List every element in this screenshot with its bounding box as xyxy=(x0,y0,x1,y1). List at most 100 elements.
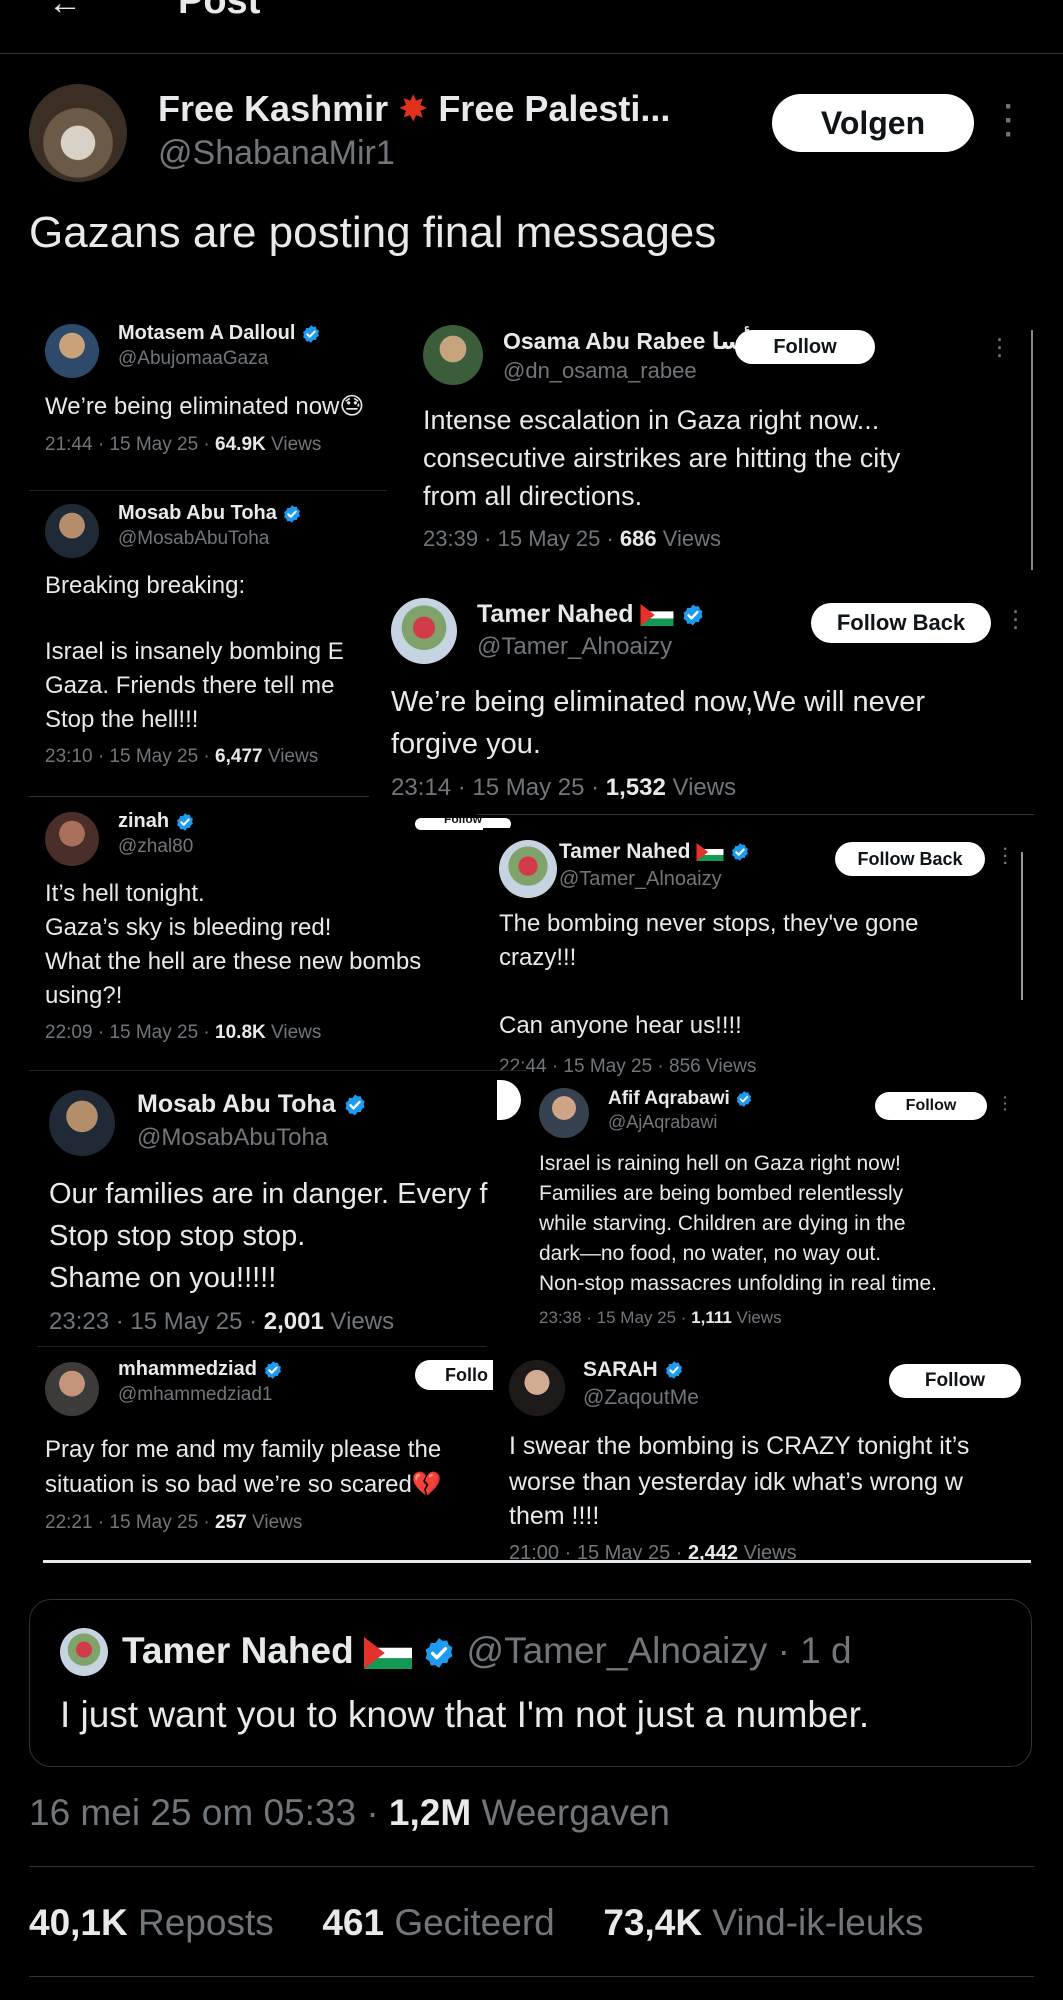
divider xyxy=(29,1866,1034,1867)
tweet-text-3: Can anyone hear us!!!! xyxy=(499,1012,742,1039)
follow-back-button: Follow Back xyxy=(835,842,985,876)
avatar xyxy=(539,1088,589,1138)
name-text: SARAH xyxy=(583,1358,658,1381)
views-count: 1,2M xyxy=(388,1792,472,1833)
tweet-text-3: while starving. Children are dying in th… xyxy=(539,1212,906,1235)
tweet-text-4: using?! xyxy=(45,982,123,1009)
tweet-text-2: forgive you. xyxy=(391,728,541,760)
tweet-time: 23:38 · 15 May 25 · xyxy=(539,1308,692,1327)
tweet-card-mosab-2: Mosab Abu Toha @MosabAbuToha Our familie… xyxy=(29,1070,527,1334)
name-text: mhammedziad xyxy=(118,1358,257,1380)
back-arrow-icon[interactable]: ← xyxy=(48,0,82,23)
name-text: Mosab Abu Toha xyxy=(118,502,277,524)
verified-badge-icon xyxy=(664,1360,684,1380)
scrollbar xyxy=(1031,330,1033,570)
tweet-time: 22:21 · 15 May 25 · xyxy=(45,1512,216,1533)
likes-stat[interactable]: 73,4K Vind-ik-leuks xyxy=(603,1902,923,1943)
palestine-flag-icon xyxy=(696,843,724,861)
tweet-meta: 23:39 · 15 May 25 · 686 Views xyxy=(423,526,721,552)
tweet-text: We’re being eliminated now😓 xyxy=(45,392,364,421)
maple-leaf-icon: ✸ xyxy=(398,88,429,129)
quotes-label: Geciteerd xyxy=(384,1902,555,1943)
tweet-name: Tamer Nahed xyxy=(559,840,750,864)
broken-heart-icon: 💔 xyxy=(411,1471,442,1498)
verified-badge-icon xyxy=(681,603,705,627)
reposts-count: 40,1K xyxy=(29,1902,128,1943)
tweet-views-count: 6,477 xyxy=(215,746,263,767)
more-options-icon[interactable]: · · · xyxy=(1004,92,1014,150)
tweet-views-label: Views xyxy=(265,1022,322,1043)
tweet-handle: @AjAqrabawi xyxy=(608,1112,718,1132)
tweet-text-2: worse than yesterday idk what’s wrong w xyxy=(509,1468,963,1496)
tweet-handle: @MosabAbuToha xyxy=(118,528,270,549)
quotes-stat[interactable]: 461 Geciteerd xyxy=(322,1902,554,1943)
quoted-tweet[interactable]: Tamer Nahed @Tamer_Alnoaizy · 1 d I just… xyxy=(29,1599,1032,1767)
tweet-views-count: 2,001 xyxy=(263,1308,324,1334)
views-label: Weergaven xyxy=(471,1792,671,1833)
post-timestamp-row: 16 mei 25 om 05:33 · 1,2M Weergaven xyxy=(29,1792,670,1834)
tweet-text-3: Shame on you!!!!! xyxy=(49,1262,277,1294)
author-avatar[interactable] xyxy=(29,84,127,182)
tweet-time: 22:09 · 15 May 25 · xyxy=(45,1022,216,1043)
divider xyxy=(29,1070,527,1071)
tweet-text-1: Pray for me and my family please the xyxy=(45,1436,442,1463)
verified-badge-icon xyxy=(422,1636,456,1670)
divider xyxy=(29,1976,1034,1977)
verified-badge-icon xyxy=(730,842,750,862)
tweet-name: mhammedziad xyxy=(118,1358,283,1381)
tweet-text-3: from all directions. xyxy=(423,481,643,511)
author-name[interactable]: Free Kashmir ✸ Free Palesti... xyxy=(158,88,670,130)
name-text: Motasem A Dalloul xyxy=(118,322,296,344)
verified-badge-icon xyxy=(175,812,195,832)
tweet-handle: @Tamer_Alnoaizy xyxy=(477,633,673,660)
sad-face-icon: 😓 xyxy=(339,393,365,420)
tweet-views-label: Views xyxy=(246,1512,303,1533)
tweet-name: Mosab Abu Toha xyxy=(137,1090,367,1119)
avatar xyxy=(423,325,483,385)
tweet-time: 23:14 · 15 May 25 · xyxy=(391,774,606,801)
header-divider xyxy=(0,53,1063,54)
tweet-meta: 23:38 · 15 May 25 · 1,111 Views xyxy=(539,1308,782,1328)
author-handle[interactable]: @ShabanaMir1 xyxy=(158,134,395,173)
follow-back-button: Follow Back xyxy=(811,603,991,643)
tweet-name: zinah xyxy=(118,810,195,833)
more-options-icon: · · · xyxy=(1003,841,1009,872)
post-datetime[interactable]: 16 mei 25 om 05:33 · xyxy=(29,1792,389,1833)
verified-badge-icon xyxy=(735,1090,753,1108)
reposts-stat[interactable]: 40,1K Reposts xyxy=(29,1902,274,1943)
verified-badge-icon xyxy=(343,1093,367,1117)
name-text: Osama Abu Rabee أسا... xyxy=(503,328,770,354)
tweet-handle: @mhammedziad1 xyxy=(118,1384,273,1405)
tweet-text-2: Gaza’s sky is bleeding red! xyxy=(45,914,332,941)
tweet-meta: 23:23 · 15 May 25 · 2,001 Views xyxy=(49,1308,394,1334)
tweet-card-zinah: zinah @zhal80 It’s hell tonight. Gaza’s … xyxy=(29,800,477,1050)
tweet-name: Mosab Abu Toha xyxy=(118,502,302,525)
tweet-name: Tamer Nahed xyxy=(477,600,705,629)
divider xyxy=(29,490,387,491)
tweet-meta: 22:09 · 15 May 25 · 10.8K Views xyxy=(45,1022,321,1044)
tweet-text-1: Our families are in danger. Every f xyxy=(49,1178,488,1210)
tweet-handle: @MosabAbuToha xyxy=(137,1124,329,1151)
reposts-label: Reposts xyxy=(127,1902,274,1943)
tweet-text-2: consecutive airstrikes are hitting the c… xyxy=(423,443,901,473)
tweet-handle: @zhal80 xyxy=(118,836,194,857)
name-text: Afif Aqrabawi xyxy=(608,1088,730,1109)
name-text: Mosab Abu Toha xyxy=(137,1090,336,1118)
tweet-text-3: Gaza. Friends there tell me xyxy=(45,672,335,699)
tweet-time: 23:23 · 15 May 25 · xyxy=(49,1308,264,1334)
verified-badge-icon xyxy=(301,324,321,344)
collage-image[interactable]: Motasem A Dalloul @AbujomaaGaza We’re be… xyxy=(29,310,1034,1565)
avatar xyxy=(391,598,457,664)
author-name-part2: Free Palesti... xyxy=(438,88,671,129)
tweet-card-dalloul: Motasem A Dalloul @AbujomaaGaza We’re be… xyxy=(29,310,409,475)
avatar xyxy=(45,812,99,866)
tweet-text-5: Non-stop massacres unfolding in real tim… xyxy=(539,1272,938,1295)
tweet-text-line: We’re being eliminated now xyxy=(45,393,340,420)
tweet-name: Afif Aqrabawi xyxy=(608,1088,753,1110)
tweet-text-4: dark—no food, no water, no way out. xyxy=(539,1242,882,1265)
follow-button[interactable]: Volgen xyxy=(772,94,974,152)
tweet-text-line: situation is so bad we’re so scared xyxy=(45,1471,412,1498)
follow-button: Follow xyxy=(875,1092,987,1120)
tweet-card-tamer-2: Tamer Nahed @Tamer_Alnoaizy Follow Back … xyxy=(483,828,1023,1076)
tweet-card-sarah: SARAH @ZaqoutMe Follow I swear the bombi… xyxy=(493,1346,1034,1564)
